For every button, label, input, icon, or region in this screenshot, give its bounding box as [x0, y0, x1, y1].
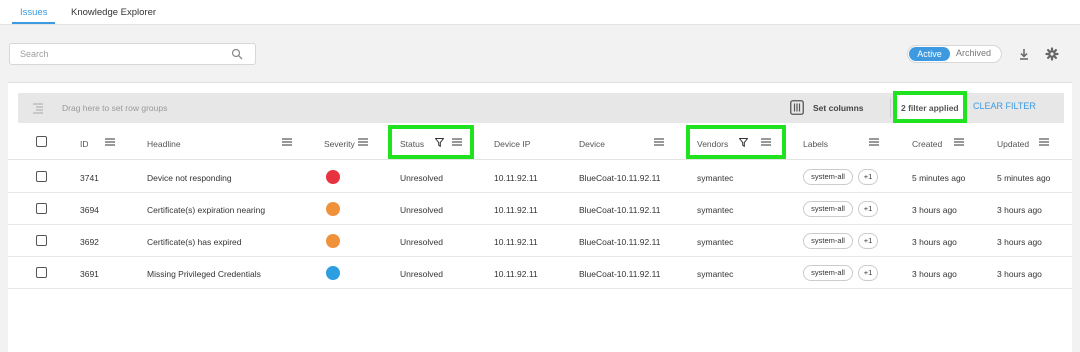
column-menu-icon[interactable] [452, 138, 462, 146]
cell-device: BlueCoat-10.11.92.11 [579, 205, 661, 215]
cell-created: 3 hours ago [912, 237, 957, 247]
column-menu-icon[interactable] [105, 138, 115, 146]
column-header-device[interactable]: Device [579, 139, 605, 149]
clear-filter-button[interactable]: CLEAR FILTER [973, 101, 1036, 111]
column-menu-icon[interactable] [654, 138, 664, 146]
column-menu-icon[interactable] [954, 138, 964, 146]
cell-headline[interactable]: Certificate(s) expiration nearing [147, 205, 265, 215]
filter-icon[interactable] [435, 138, 444, 147]
label-tag[interactable]: system-all [803, 169, 853, 185]
download-icon[interactable] [1017, 47, 1031, 61]
column-header-device-ip[interactable]: Device IP [494, 139, 530, 149]
cell-status: Unresolved [400, 269, 443, 279]
label-more-tag[interactable]: +1 [858, 265, 878, 281]
severity-indicator [326, 266, 340, 280]
cell-updated: 3 hours ago [997, 205, 1042, 215]
row-checkbox[interactable] [36, 203, 47, 214]
toggle-archived[interactable]: Archived [956, 48, 991, 58]
tab-knowledge-explorer[interactable]: Knowledge Explorer [71, 7, 156, 18]
column-header-updated[interactable]: Updated [997, 139, 1029, 149]
cell-headline[interactable]: Certificate(s) has expired [147, 237, 241, 247]
severity-indicator [326, 234, 340, 248]
set-columns-button[interactable]: Set columns [813, 103, 864, 113]
row-group-hint: Drag here to set row groups [62, 103, 168, 113]
cell-vendor: symantec [697, 173, 734, 183]
row-group-icon [33, 103, 43, 114]
column-header-vendors[interactable]: Vendors [697, 139, 728, 149]
column-header-created[interactable]: Created [912, 139, 942, 149]
cell-device: BlueCoat-10.11.92.11 [579, 237, 661, 247]
label-tag[interactable]: system-all [803, 201, 853, 217]
table-row[interactable]: 3691 Missing Privileged Credentials Unre… [8, 257, 1072, 289]
column-menu-icon[interactable] [358, 138, 368, 146]
severity-indicator [326, 170, 340, 184]
cell-status: Unresolved [400, 237, 443, 247]
top-navigation: Issues Knowledge Explorer [0, 0, 1080, 25]
search-input[interactable]: Search [9, 43, 256, 65]
column-header-labels[interactable]: Labels [803, 139, 828, 149]
cell-updated: 5 minutes ago [997, 173, 1051, 183]
row-checkbox[interactable] [36, 235, 47, 246]
cell-updated: 3 hours ago [997, 269, 1042, 279]
select-all-checkbox[interactable] [36, 136, 47, 147]
cell-created: 5 minutes ago [912, 173, 966, 183]
row-checkbox[interactable] [36, 171, 47, 182]
label-more-tag[interactable]: +1 [858, 201, 878, 217]
cell-device-ip: 10.11.92.11 [494, 269, 538, 279]
filter-status-highlight: 2 filter applied [893, 91, 967, 123]
cell-device-ip: 10.11.92.11 [494, 237, 538, 247]
gear-icon[interactable] [1045, 47, 1059, 61]
cell-headline[interactable]: Device not responding [147, 173, 232, 183]
filter-status-text: 2 filter applied [901, 103, 959, 113]
cell-status: Unresolved [400, 173, 443, 183]
column-menu-icon[interactable] [1039, 138, 1049, 146]
table-row[interactable]: 3692 Certificate(s) has expired Unresolv… [8, 225, 1072, 257]
toggle-active[interactable]: Active [909, 47, 950, 61]
column-menu-icon[interactable] [282, 138, 292, 146]
filter-icon[interactable] [739, 138, 748, 147]
tab-issues[interactable]: Issues [20, 7, 47, 18]
cell-id: 3691 [80, 269, 99, 279]
toolbar-divider [890, 98, 891, 118]
column-menu-icon[interactable] [761, 138, 771, 146]
cell-vendor: symantec [697, 205, 734, 215]
label-tag[interactable]: system-all [803, 265, 853, 281]
label-tag[interactable]: system-all [803, 233, 853, 249]
cell-device: BlueCoat-10.11.92.11 [579, 173, 661, 183]
label-more-tag[interactable]: +1 [858, 169, 878, 185]
cell-created: 3 hours ago [912, 205, 957, 215]
cell-updated: 3 hours ago [997, 237, 1042, 247]
label-more-tag[interactable]: +1 [858, 233, 878, 249]
cell-headline[interactable]: Missing Privileged Credentials [147, 269, 261, 279]
issues-grid: Drag here to set row groups Set columns … [8, 82, 1072, 352]
table-row[interactable]: 3741 Device not responding Unresolved 10… [8, 161, 1072, 193]
cell-vendor: symantec [697, 269, 734, 279]
table-row[interactable]: 3694 Certificate(s) expiration nearing U… [8, 193, 1072, 225]
cell-created: 3 hours ago [912, 269, 957, 279]
column-header-severity[interactable]: Severity [324, 139, 355, 149]
search-icon[interactable] [231, 48, 243, 60]
active-archived-toggle[interactable]: Active Archived [907, 45, 1002, 63]
cell-device-ip: 10.11.92.11 [494, 173, 538, 183]
cell-id: 3694 [80, 205, 99, 215]
severity-indicator [326, 202, 340, 216]
table-header: ID Headline Severity Status Device IP De… [8, 124, 1072, 160]
active-tab-indicator [12, 22, 55, 24]
columns-icon[interactable] [790, 100, 804, 115]
row-checkbox[interactable] [36, 267, 47, 278]
cell-status: Unresolved [400, 205, 443, 215]
search-placeholder: Search [20, 49, 49, 59]
cell-id: 3692 [80, 237, 99, 247]
column-header-status[interactable]: Status [400, 139, 424, 149]
cell-device-ip: 10.11.92.11 [494, 205, 538, 215]
column-menu-icon[interactable] [869, 138, 879, 146]
column-header-id[interactable]: ID [80, 139, 89, 149]
cell-id: 3741 [80, 173, 99, 183]
cell-device: BlueCoat-10.11.92.11 [579, 269, 661, 279]
cell-vendor: symantec [697, 237, 734, 247]
column-header-headline[interactable]: Headline [147, 139, 181, 149]
